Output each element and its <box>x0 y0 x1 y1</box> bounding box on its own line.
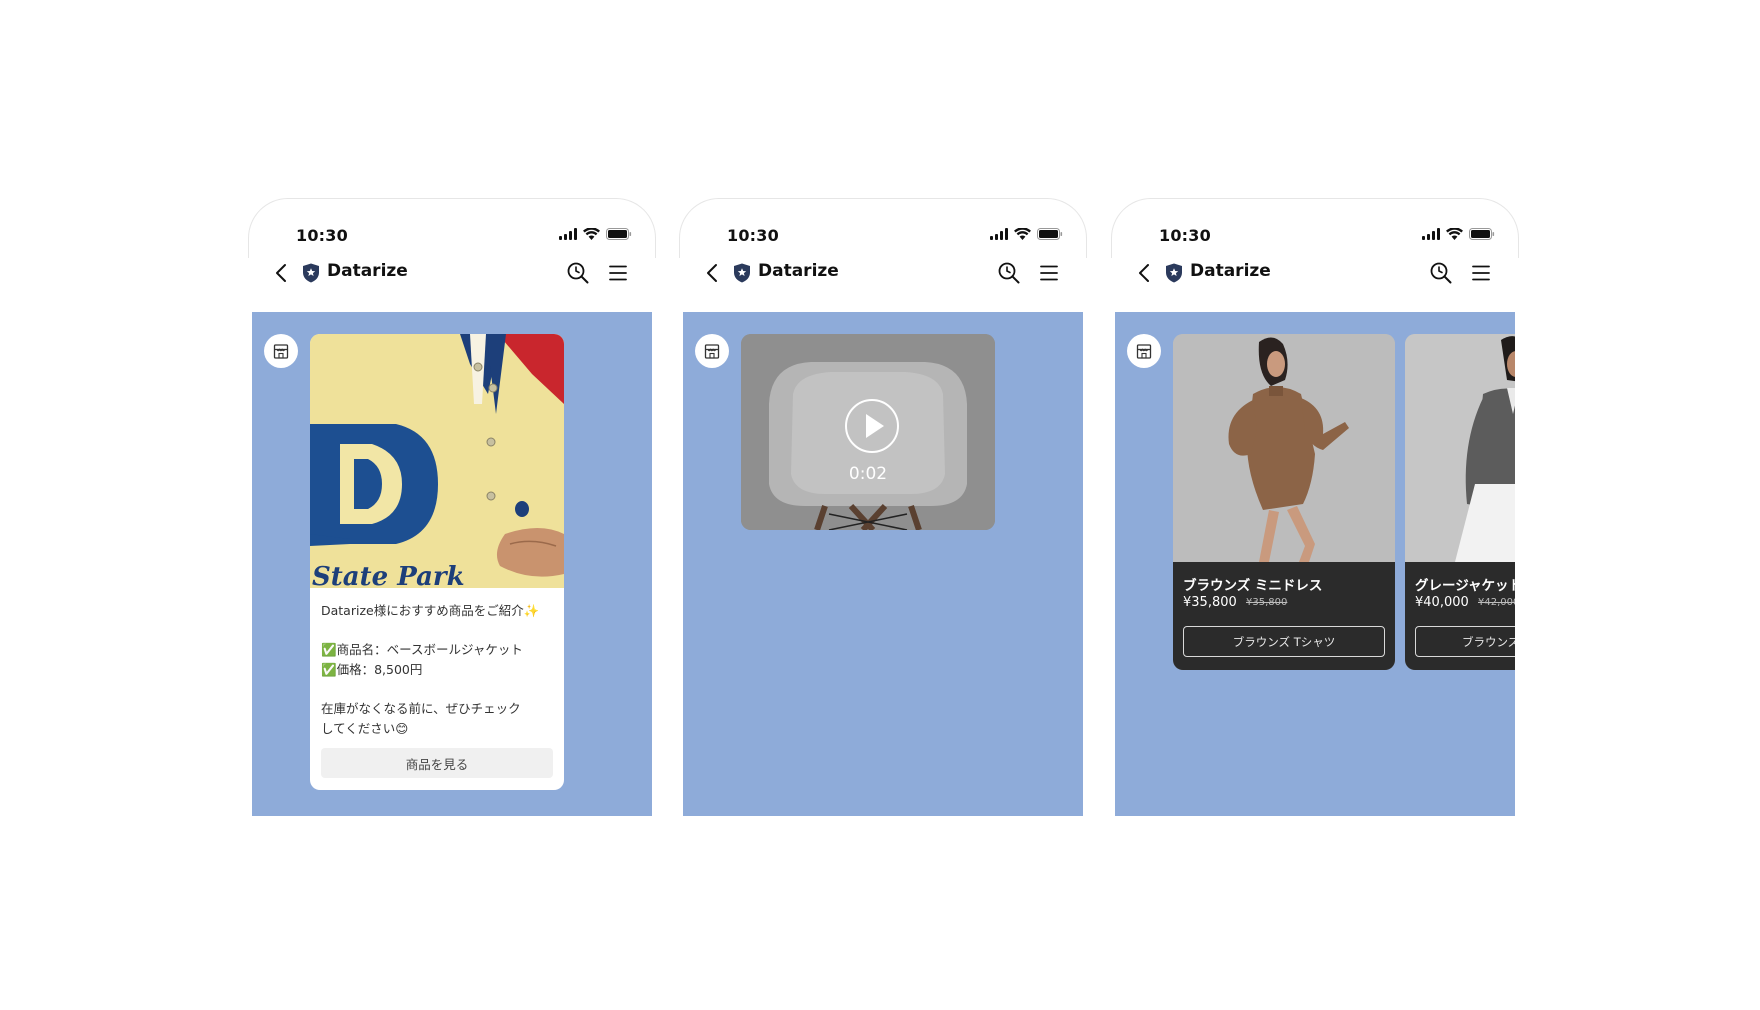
battery-icon <box>1469 228 1495 240</box>
product-image-baseball-jacket[interactable]: State Park <box>310 334 564 588</box>
product-price: ¥40,000 <box>1415 595 1469 610</box>
message-line-intro: Datarize様におすすめ商品をご紹介✨ <box>321 603 540 618</box>
view-product-button[interactable]: 商品を見る <box>321 748 553 778</box>
wifi-icon <box>1014 228 1031 240</box>
product-name: ブラウンズ ミニドレス <box>1183 578 1323 594</box>
chat-title: Datarize <box>327 261 408 281</box>
status-icons <box>990 228 1063 240</box>
message-line-stock-2: してください😊 <box>321 721 409 736</box>
chat-header: Datarize <box>252 250 652 296</box>
status-icons <box>559 228 632 240</box>
status-bar: 10:30 <box>683 198 1083 245</box>
phone-screen-product-carousel: 10:30 Datarize ブラウンズ ミニドレス ¥35,800 ¥35,8… <box>1111 198 1519 816</box>
message-line-product-name: ✅商品名：ベースボールジャケット <box>321 642 523 657</box>
back-arrow-icon[interactable] <box>272 262 292 284</box>
phone-screen-video-message: 10:30 Datarize 0:02 <box>679 198 1087 816</box>
phone-screen-product-message: 10:30 Datarize State Park Datarize様におすすめ… <box>248 198 656 816</box>
hamburger-menu-icon[interactable] <box>608 263 628 283</box>
chat-area[interactable]: 0:02 <box>683 312 1083 816</box>
search-clock-icon[interactable] <box>1429 261 1453 285</box>
product-original-price: ¥42,000 <box>1478 597 1515 608</box>
chat-title: Datarize <box>758 261 839 281</box>
shop-avatar[interactable] <box>1127 334 1161 368</box>
search-clock-icon[interactable] <box>566 261 590 285</box>
wifi-icon <box>583 228 600 240</box>
video-duration: 0:02 <box>848 464 888 484</box>
product-card[interactable]: グレージャケット ¥40,000 ¥42,000 ブラウンズ <box>1405 334 1515 670</box>
chat-title: Datarize <box>1190 261 1271 281</box>
status-bar: 10:30 <box>252 198 652 245</box>
video-message[interactable]: 0:02 <box>741 334 995 530</box>
product-name: グレージャケット <box>1415 578 1515 594</box>
play-icon[interactable] <box>844 398 900 454</box>
product-info: グレージャケット ¥40,000 ¥42,000 ブラウンズ <box>1405 562 1515 670</box>
product-card[interactable]: ブラウンズ ミニドレス ¥35,800 ¥35,800 ブラウンズ Tシャツ <box>1173 334 1395 670</box>
status-time: 10:30 <box>296 226 348 245</box>
signal-icon <box>990 228 1008 240</box>
hamburger-menu-icon[interactable] <box>1471 263 1491 283</box>
product-image-grey-jacket[interactable] <box>1405 334 1515 562</box>
shop-avatar[interactable] <box>264 334 298 368</box>
status-time: 10:30 <box>1159 226 1211 245</box>
status-icons <box>1422 228 1495 240</box>
hamburger-menu-icon[interactable] <box>1039 263 1059 283</box>
product-button[interactable]: ブラウンズ Tシャツ <box>1183 626 1385 657</box>
shield-star-icon <box>1166 263 1182 283</box>
battery-icon <box>1037 228 1063 240</box>
product-message-card[interactable]: State Park Datarize様におすすめ商品をご紹介✨ ✅商品名：ベー… <box>310 334 564 790</box>
chat-header: Datarize <box>1115 250 1515 296</box>
shield-star-icon <box>734 263 750 283</box>
product-button[interactable]: ブラウンズ <box>1415 626 1515 657</box>
shield-star-icon <box>303 263 319 283</box>
search-clock-icon[interactable] <box>997 261 1021 285</box>
message-text: Datarize様におすすめ商品をご紹介✨ ✅商品名：ベースボールジャケット ✅… <box>321 601 557 739</box>
signal-icon <box>559 228 577 240</box>
shop-icon <box>1136 343 1152 359</box>
chat-header: Datarize <box>683 250 1083 296</box>
back-arrow-icon[interactable] <box>1135 262 1155 284</box>
message-line-price: ✅価格：8,500円 <box>321 662 423 677</box>
wifi-icon <box>1446 228 1463 240</box>
back-arrow-icon[interactable] <box>703 262 723 284</box>
shop-icon <box>273 343 289 359</box>
message-line-stock-1: 在庫がなくなる前に、ぜひチェック <box>321 701 521 716</box>
product-info: ブラウンズ ミニドレス ¥35,800 ¥35,800 ブラウンズ Tシャツ <box>1173 562 1395 670</box>
chat-area[interactable]: State Park Datarize様におすすめ商品をご紹介✨ ✅商品名：ベー… <box>252 312 652 816</box>
svg-text:State Park: State Park <box>312 562 465 588</box>
signal-icon <box>1422 228 1440 240</box>
status-time: 10:30 <box>727 226 779 245</box>
shop-icon <box>704 343 720 359</box>
product-image-brown-dress[interactable] <box>1173 334 1395 562</box>
product-price: ¥35,800 <box>1183 595 1237 610</box>
shop-avatar[interactable] <box>695 334 729 368</box>
status-bar: 10:30 <box>1115 198 1515 245</box>
product-original-price: ¥35,800 <box>1246 597 1288 608</box>
chat-area[interactable]: ブラウンズ ミニドレス ¥35,800 ¥35,800 ブラウンズ Tシャツ グ… <box>1115 312 1515 816</box>
battery-icon <box>606 228 632 240</box>
